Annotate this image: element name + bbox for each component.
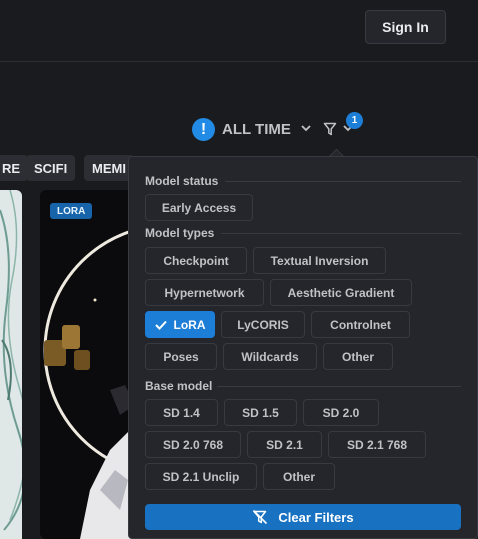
active-filter-count-badge: 1 [346, 112, 363, 129]
sort-period-label[interactable]: ALL TIME [222, 121, 291, 138]
clear-filters-label: Clear Filters [278, 509, 354, 525]
chip-controlnet[interactable]: Controlnet [311, 311, 410, 338]
tag-chip[interactable]: RE [0, 155, 29, 181]
check-icon [154, 320, 167, 330]
chip-textual-inversion[interactable]: Textual Inversion [253, 247, 386, 274]
divider [217, 386, 461, 387]
chip-sd-2-1-768[interactable]: SD 2.1 768 [328, 431, 426, 458]
chip-early-access[interactable]: Early Access [145, 194, 253, 221]
model-type-badge: LORA [50, 203, 93, 219]
tag-chip[interactable]: MEMI [84, 155, 134, 181]
chip-lycoris[interactable]: LyCORIS [221, 311, 305, 338]
tag-chip[interactable]: SCIFI [26, 155, 76, 181]
sign-in-button[interactable]: Sign In [365, 10, 446, 44]
alert-circle-icon[interactable]: ! [192, 118, 215, 141]
chip-label: LoRA [173, 317, 206, 332]
clear-filters-button[interactable]: Clear Filters [145, 504, 461, 530]
section-title-base-model: Base model [145, 379, 213, 393]
chip-sd-2-1-unclip[interactable]: SD 2.1 Unclip [145, 463, 257, 490]
chip-sd-2-1[interactable]: SD 2.1 [247, 431, 322, 458]
chip-lora[interactable]: LoRA [145, 311, 215, 338]
divider [221, 233, 461, 234]
chip-checkpoint[interactable]: Checkpoint [145, 247, 247, 274]
chevron-down-icon[interactable] [300, 122, 312, 134]
section-title-model-status: Model status [145, 174, 219, 188]
chip-sd-2-0-768[interactable]: SD 2.0 768 [145, 431, 241, 458]
section-title-model-types: Model types [145, 226, 215, 240]
divider [225, 181, 461, 182]
filter-icon[interactable] [323, 122, 337, 136]
chip-poses[interactable]: Poses [145, 343, 217, 370]
chip-sd-1-5[interactable]: SD 1.5 [224, 399, 297, 426]
chip-other-type[interactable]: Other [323, 343, 393, 370]
chip-sd-2-0[interactable]: SD 2.0 [303, 399, 379, 426]
chip-wildcards[interactable]: Wildcards [223, 343, 317, 370]
model-card-image[interactable] [40, 190, 140, 539]
chip-hypernetwork[interactable]: Hypernetwork [145, 279, 264, 306]
chip-sd-1-4[interactable]: SD 1.4 [145, 399, 218, 426]
filter-off-icon [253, 509, 268, 525]
model-card-image[interactable] [0, 190, 22, 539]
chip-other-base[interactable]: Other [263, 463, 335, 490]
chip-aesthetic-gradient[interactable]: Aesthetic Gradient [270, 279, 412, 306]
